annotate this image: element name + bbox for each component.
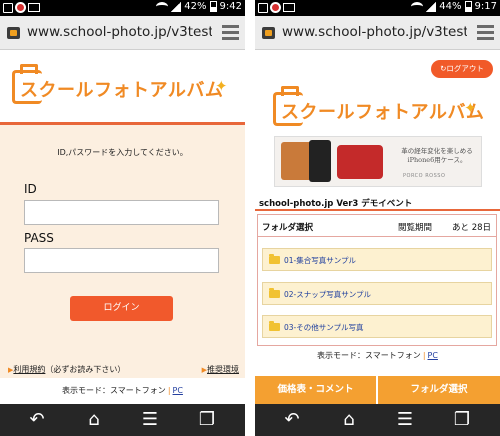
menu-icon[interactable]: ☰	[385, 404, 425, 436]
recent-apps-icon[interactable]: ❐	[442, 404, 482, 436]
battery-icon	[464, 1, 472, 12]
viewing-period-label: 閲覧期間	[398, 223, 433, 233]
status-bar: 44% 9:17	[255, 0, 500, 16]
android-nav-bar: ↶ ⌂ ☰ ❐	[255, 404, 500, 436]
browser-url-bar[interactable]: www.school-photo.jp/v3test/log	[0, 16, 245, 50]
wifi-icon	[411, 2, 424, 11]
clock: 9:42	[219, 1, 242, 12]
page-title: school-photo.jp Ver3 デモイベント	[259, 199, 413, 209]
folder-item[interactable]: 01-集合写真サンプル	[262, 248, 492, 271]
pc-mode-link[interactable]: PC	[173, 386, 183, 395]
id-field[interactable]	[24, 200, 219, 225]
folder-icon	[269, 288, 280, 298]
home-icon[interactable]: ⌂	[74, 404, 114, 436]
login-button[interactable]: ログイン	[70, 296, 173, 321]
recent-apps-icon[interactable]: ❐	[187, 404, 227, 436]
footer-links: ▶利用規約（必ずお読み下さい） ▶推奨環境	[0, 361, 245, 377]
wifi-icon	[156, 2, 169, 11]
folder-item-label: 03-その他サンプル写真	[284, 323, 364, 332]
recommended-env-link[interactable]: 推奨環境	[207, 365, 239, 374]
id-label: ID	[24, 182, 37, 196]
notification-icon	[3, 2, 13, 13]
login-page: スクールフォトアルバム ✦ ID,パスワードを入力してください。 ID PASS…	[0, 50, 245, 404]
favicon-icon	[7, 27, 20, 39]
home-icon[interactable]: ⌂	[329, 404, 369, 436]
folder-item-label: 01-集合写真サンプル	[284, 256, 357, 265]
display-mode-bar: 表示モード：スマートフォン | PC	[317, 351, 438, 360]
mail-icon	[283, 3, 295, 12]
banner-line-1: 革の経年変化を楽しめる	[401, 147, 473, 155]
banner-brand: PORCO ROSSO	[403, 173, 446, 179]
menu-icon[interactable]: ☰	[130, 404, 170, 436]
folder-page: ↻ログアウト スクールフォトアルバム ✦ 革の経年変化を楽しめる iPhone6…	[255, 50, 500, 404]
banner-line-2: iPhone6用ケース。	[407, 156, 467, 164]
clock: 9:17	[474, 1, 497, 12]
login-screen: 42% 9:42 www.school-photo.jp/v3test/log …	[0, 0, 245, 436]
folder-list-panel: フォルダ選択 閲覧期間 あと 28日 01-集合写真サンプル 02-スナップ写真…	[257, 214, 497, 346]
battery-percent: 42%	[184, 1, 207, 12]
display-mode-label: 表示モード：スマートフォン	[62, 386, 166, 395]
folder-icon	[269, 254, 280, 264]
folder-item-label: 02-スナップ写真サンプル	[284, 290, 372, 299]
battery-percent: 44%	[439, 1, 462, 12]
site-logo: スクールフォトアルバム ✦	[12, 62, 228, 112]
days-remaining: あと 28日	[452, 223, 492, 233]
terms-note: （必ずお読み下さい）	[45, 365, 126, 374]
password-field[interactable]	[24, 248, 219, 273]
battery-icon	[209, 1, 217, 12]
folder-screen: 44% 9:17 www.school-photo.jp/v3test/log …	[255, 0, 500, 436]
tabs-menu-icon[interactable]	[477, 25, 494, 40]
title-divider	[255, 209, 500, 211]
pc-mode-link[interactable]: PC	[428, 351, 438, 360]
sparkle-icon: ✦	[215, 77, 228, 95]
price-comment-button[interactable]: 価格表・コメント	[255, 376, 376, 404]
login-instruction: ID,パスワードを入力してください。	[57, 148, 188, 157]
back-arrow-icon[interactable]: ↶	[17, 404, 57, 436]
screenshot-pair: 42% 9:42 www.school-photo.jp/v3test/log …	[0, 0, 500, 436]
back-arrow-icon[interactable]: ↶	[272, 404, 312, 436]
folder-select-button[interactable]: フォルダ選択	[378, 376, 500, 404]
signal-icon	[171, 1, 182, 12]
terms-link[interactable]: 利用規約	[13, 365, 45, 374]
logout-button[interactable]: ↻ログアウト	[431, 60, 493, 78]
folder-item[interactable]: 03-その他サンプル写真	[262, 315, 492, 338]
url-text[interactable]: www.school-photo.jp/v3test/log	[282, 24, 467, 40]
tabs-menu-icon[interactable]	[222, 25, 239, 40]
mail-icon	[28, 3, 40, 12]
url-text[interactable]: www.school-photo.jp/v3test/log	[27, 24, 212, 40]
browser-url-bar[interactable]: www.school-photo.jp/v3test/log	[255, 16, 500, 50]
site-logo: スクールフォトアルバム ✦	[273, 84, 484, 134]
folder-list-header: フォルダ選択 閲覧期間 あと 28日	[258, 215, 496, 237]
phone-image	[309, 140, 331, 182]
ad-banner[interactable]: 革の経年変化を楽しめる iPhone6用ケース。 PORCO ROSSO	[274, 136, 482, 187]
favicon-icon	[262, 27, 275, 39]
status-bar: 42% 9:42	[0, 0, 245, 16]
pass-label: PASS	[24, 231, 54, 245]
app-notification-icon	[15, 2, 26, 13]
android-nav-bar: ↶ ⌂ ☰ ❐	[0, 404, 245, 436]
folder-item[interactable]: 02-スナップ写真サンプル	[262, 282, 492, 305]
sparkle-icon: ✦	[464, 99, 477, 117]
folder-select-heading: フォルダ選択	[262, 223, 314, 233]
display-mode-label: 表示モード：スマートフォン	[317, 351, 421, 360]
signal-icon	[426, 1, 437, 12]
site-header: スクールフォトアルバム ✦	[0, 50, 245, 122]
app-notification-icon	[270, 2, 281, 13]
folder-icon	[269, 321, 280, 331]
login-form: ID,パスワードを入力してください。 ID PASS ログイン ▶利用規約（必ず…	[0, 125, 245, 400]
red-case-image	[337, 145, 383, 179]
notification-icon	[258, 2, 268, 13]
display-mode-bar: 表示モード：スマートフォン | PC	[0, 378, 245, 400]
